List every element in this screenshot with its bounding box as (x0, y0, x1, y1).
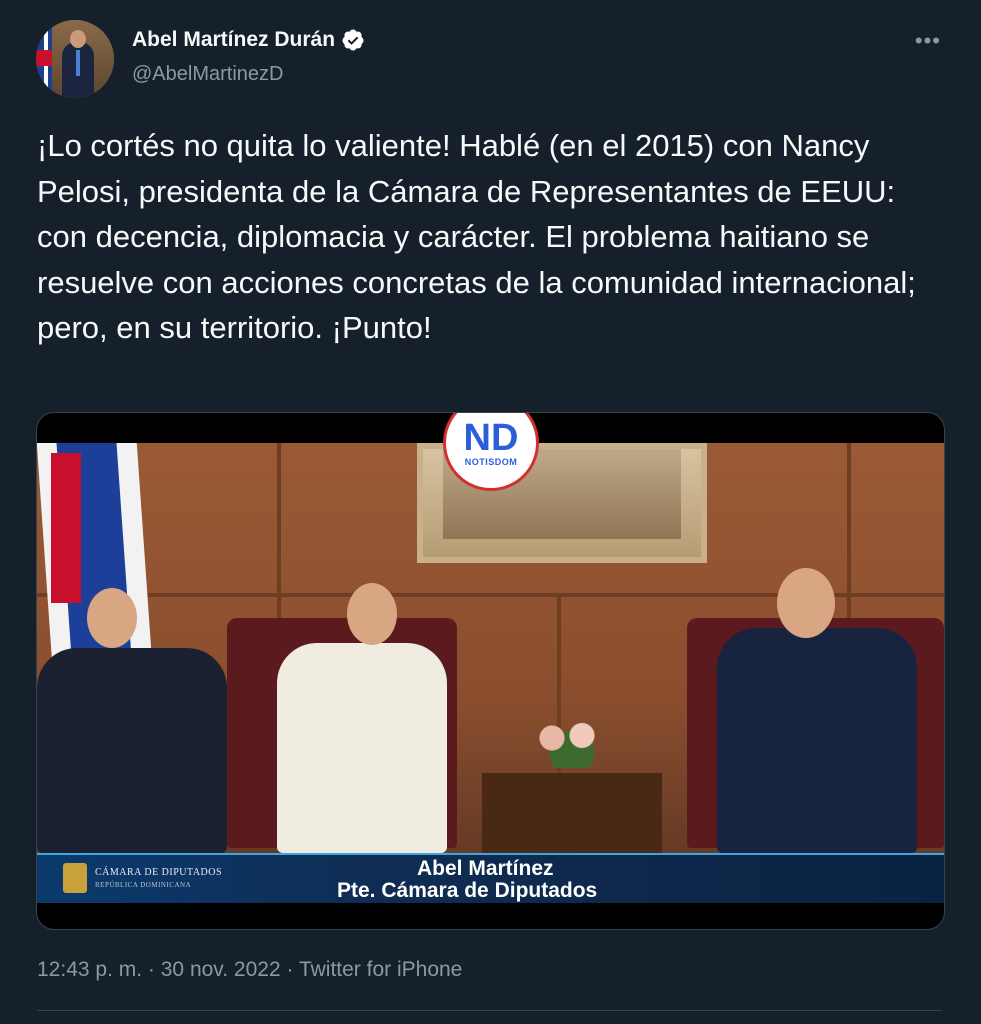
person-woman (277, 643, 447, 853)
tweet: Abel Martínez Durán @AbelMartinezD ••• ¡… (0, 0, 981, 1024)
tweet-media-video[interactable]: CÁMARA DE DIPUTADOS REPÚBLICA DOMINICANA… (36, 412, 945, 930)
author-display-name[interactable]: Abel Martínez Durán (132, 28, 335, 52)
tweet-source-link[interactable]: Twitter for iPhone (299, 958, 462, 981)
avatar-flag-red (36, 50, 52, 66)
tweet-text: ¡Lo cortés no quita lo valiente! Hablé (… (37, 128, 916, 345)
lower-third-banner: CÁMARA DE DIPUTADOS REPÚBLICA DOMINICANA… (37, 853, 944, 903)
lower-third-name: Abel Martínez (417, 857, 554, 880)
avatar[interactable] (36, 20, 114, 98)
meta-separator: · (286, 958, 294, 981)
author-name-row: Abel Martínez Durán (132, 28, 365, 52)
watermark-word: NOTISDOM (464, 457, 518, 467)
camara-emblem-icon (63, 863, 87, 893)
watermark-letters: ND (463, 417, 519, 459)
avatar-head (70, 30, 86, 48)
lower-third-institution-sub: REPÚBLICA DOMINICANA (95, 881, 192, 889)
person-head (777, 568, 835, 638)
flower-arrangement (522, 718, 622, 768)
tweet-meta: 12:43 p. m. · 30 nov. 2022 · Twitter for… (37, 958, 462, 982)
lower-third-institution: CÁMARA DE DIPUTADOS (95, 867, 223, 878)
person-man (717, 628, 917, 853)
flag-red (51, 453, 81, 603)
verified-badge-icon (342, 29, 364, 51)
person-head (87, 588, 137, 648)
lower-third-title: Pte. Cámara de Diputados (337, 879, 598, 902)
ellipsis-icon[interactable]: ••• (915, 28, 941, 54)
video-frame: CÁMARA DE DIPUTADOS REPÚBLICA DOMINICANA… (37, 443, 944, 903)
meta-separator: · (147, 958, 155, 981)
author-handle[interactable]: @AbelMartinezD (132, 63, 283, 86)
person-man (37, 648, 227, 853)
tweet-time-link[interactable]: 12:43 p. m. (37, 958, 142, 981)
tweet-date-link[interactable]: 30 nov. 2022 (161, 958, 281, 981)
person-head (347, 583, 397, 645)
divider (37, 1010, 942, 1011)
avatar-tie (76, 50, 80, 76)
